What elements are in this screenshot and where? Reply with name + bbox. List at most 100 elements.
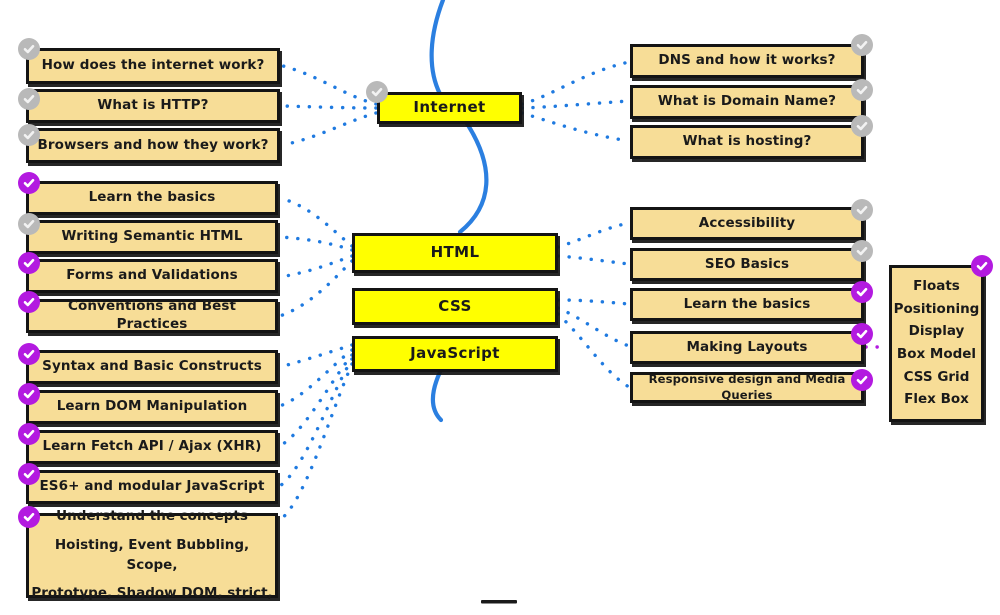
active-check-icon[interactable] [18, 172, 40, 194]
edge-js-left-3 [278, 353, 354, 448]
node-label: Learn DOM Manipulation [56, 398, 248, 415]
node-conventions-and-best-practices[interactable]: Conventions and Best Practices [26, 298, 278, 333]
edge-internet-right-1 [520, 60, 631, 106]
css-property-item: Positioning [893, 300, 980, 317]
node-dns-and-how-it-works[interactable]: DNS and how it works? [630, 44, 864, 78]
node-label: Learn the basics [88, 189, 216, 206]
edge-css-right-3 [556, 312, 631, 389]
edge-html-right-2 [556, 254, 631, 266]
core-node-internet-label: Internet [413, 98, 486, 117]
done-check-icon[interactable] [851, 240, 873, 262]
node-learn-fetch-api-ajax-xhr[interactable]: Learn Fetch API / Ajax (XHR) [26, 430, 278, 464]
node-forms-and-validations[interactable]: Forms and Validations [26, 259, 278, 293]
done-check-icon[interactable] [18, 38, 40, 60]
css-property-item: Flex Box [904, 391, 969, 408]
node-writing-semantic-html[interactable]: Writing Semantic HTML [26, 220, 278, 254]
edge-html-right-1 [556, 221, 631, 249]
node-label: What is hosting? [682, 133, 812, 150]
done-check-icon[interactable] [851, 115, 873, 137]
core-node-html-label: HTML [430, 243, 480, 262]
node-es6-and-modular-javascript[interactable]: ES6+ and modular JavaScript [26, 470, 278, 504]
concepts-line: Prototype, Shadow DOM, strict, [31, 585, 273, 602]
edge-internet-right-3 [520, 111, 631, 143]
node-syntax-and-basic-constructs[interactable]: Syntax and Basic Constructs [26, 350, 278, 384]
node-label: Writing Semantic HTML [61, 228, 243, 245]
node-learn-the-basics-css[interactable]: Learn the basics [630, 288, 864, 321]
active-check-icon[interactable] [18, 291, 40, 313]
edge-html-left-3 [278, 254, 354, 279]
node-learn-the-basics-html[interactable]: Learn the basics [26, 181, 278, 215]
css-property-item: Display [908, 323, 965, 340]
done-check-icon[interactable] [18, 88, 40, 110]
node-css-properties[interactable]: Floats Positioning Display Box Model CSS… [889, 265, 984, 422]
node-label: Learn the basics [683, 295, 811, 312]
node-label: DNS and how it works? [658, 52, 836, 69]
spine-internet-to-html [457, 119, 489, 235]
node-label: Responsive design and Media Queries [648, 372, 846, 402]
edge-css-right-2 [556, 306, 631, 348]
node-responsive-design-and-media-queries[interactable]: Responsive design and Media Queries [630, 372, 864, 403]
active-check-icon[interactable] [851, 369, 873, 391]
active-check-icon[interactable] [971, 255, 993, 277]
done-check-icon[interactable] [851, 199, 873, 221]
done-check-icon[interactable] [851, 34, 873, 56]
node-seo-basics[interactable]: SEO Basics [630, 248, 864, 281]
node-browsers-and-how-they-work[interactable]: Browsers and how they work? [26, 128, 280, 163]
css-property-item: Box Model [896, 346, 977, 362]
node-label: Making Layouts [686, 338, 808, 355]
core-node-javascript-label: JavaScript [410, 344, 500, 363]
node-label: Accessibility [698, 214, 796, 231]
spine-below-javascript [430, 369, 444, 423]
node-accessibility[interactable]: Accessibility [630, 207, 864, 240]
node-label: Forms and Validations [66, 267, 238, 284]
edge-js-left-5 [278, 362, 354, 522]
core-node-css-label: CSS [438, 296, 472, 315]
core-node-javascript[interactable]: JavaScript [352, 336, 558, 372]
node-what-is-domain-name[interactable]: What is Domain Name? [630, 85, 864, 119]
active-check-icon[interactable] [18, 423, 40, 445]
edge-js-left-1 [278, 343, 354, 369]
node-what-is-http[interactable]: What is HTTP? [26, 89, 280, 123]
node-what-is-hosting[interactable]: What is hosting? [630, 125, 864, 159]
done-check-icon[interactable] [18, 124, 40, 146]
node-how-does-the-internet-work[interactable]: How does the internet work? [26, 48, 280, 84]
edge-html-left-4 [278, 259, 354, 318]
node-label: SEO Basics [704, 255, 790, 272]
edge-js-left-4 [278, 357, 354, 488]
edge-internet-right-2 [520, 99, 631, 110]
core-node-html[interactable]: HTML [352, 233, 558, 273]
node-label: What is Domain Name? [657, 93, 837, 110]
node-understand-the-concepts[interactable]: Understand the concepts Hoisting, Event … [26, 508, 278, 601]
active-check-icon[interactable] [18, 343, 40, 365]
edge-internet-left-3 [281, 111, 378, 147]
concepts-line: Hoisting, Event Bubbling, Scope, [54, 536, 250, 573]
edge-css-right-1 [556, 298, 631, 306]
node-learn-dom-manipulation[interactable]: Learn DOM Manipulation [26, 390, 278, 424]
node-label: What is HTTP? [97, 97, 209, 114]
edge-internet-left-2 [281, 104, 378, 110]
node-making-layouts[interactable]: Making Layouts [630, 331, 864, 364]
cutoff-node-top-edge [481, 600, 517, 604]
edge-html-left-1 [278, 196, 354, 248]
edge-html-left-2 [278, 235, 354, 252]
node-label: Learn Fetch API / Ajax (XHR) [42, 438, 262, 455]
core-node-internet[interactable]: Internet [377, 92, 522, 124]
active-check-icon[interactable] [18, 463, 40, 485]
node-label: Syntax and Basic Constructs [42, 358, 262, 375]
active-check-icon[interactable] [18, 506, 40, 528]
active-check-icon[interactable] [851, 323, 873, 345]
node-label: ES6+ and modular JavaScript [39, 478, 265, 495]
active-check-icon[interactable] [851, 281, 873, 303]
done-check-icon[interactable] [18, 213, 40, 235]
done-check-icon[interactable] [851, 79, 873, 101]
core-node-css[interactable]: CSS [352, 288, 558, 325]
edge-js-left-2 [278, 348, 354, 408]
done-check-icon[interactable] [366, 81, 388, 103]
node-label: Browsers and how they work? [37, 136, 269, 153]
active-check-icon[interactable] [18, 383, 40, 405]
css-property-item: Floats [913, 278, 960, 295]
concepts-line: Understand the concepts [56, 508, 248, 525]
active-check-icon[interactable] [18, 252, 40, 274]
node-label: Conventions and Best Practices [67, 298, 237, 332]
node-label: How does the internet work? [41, 57, 265, 74]
